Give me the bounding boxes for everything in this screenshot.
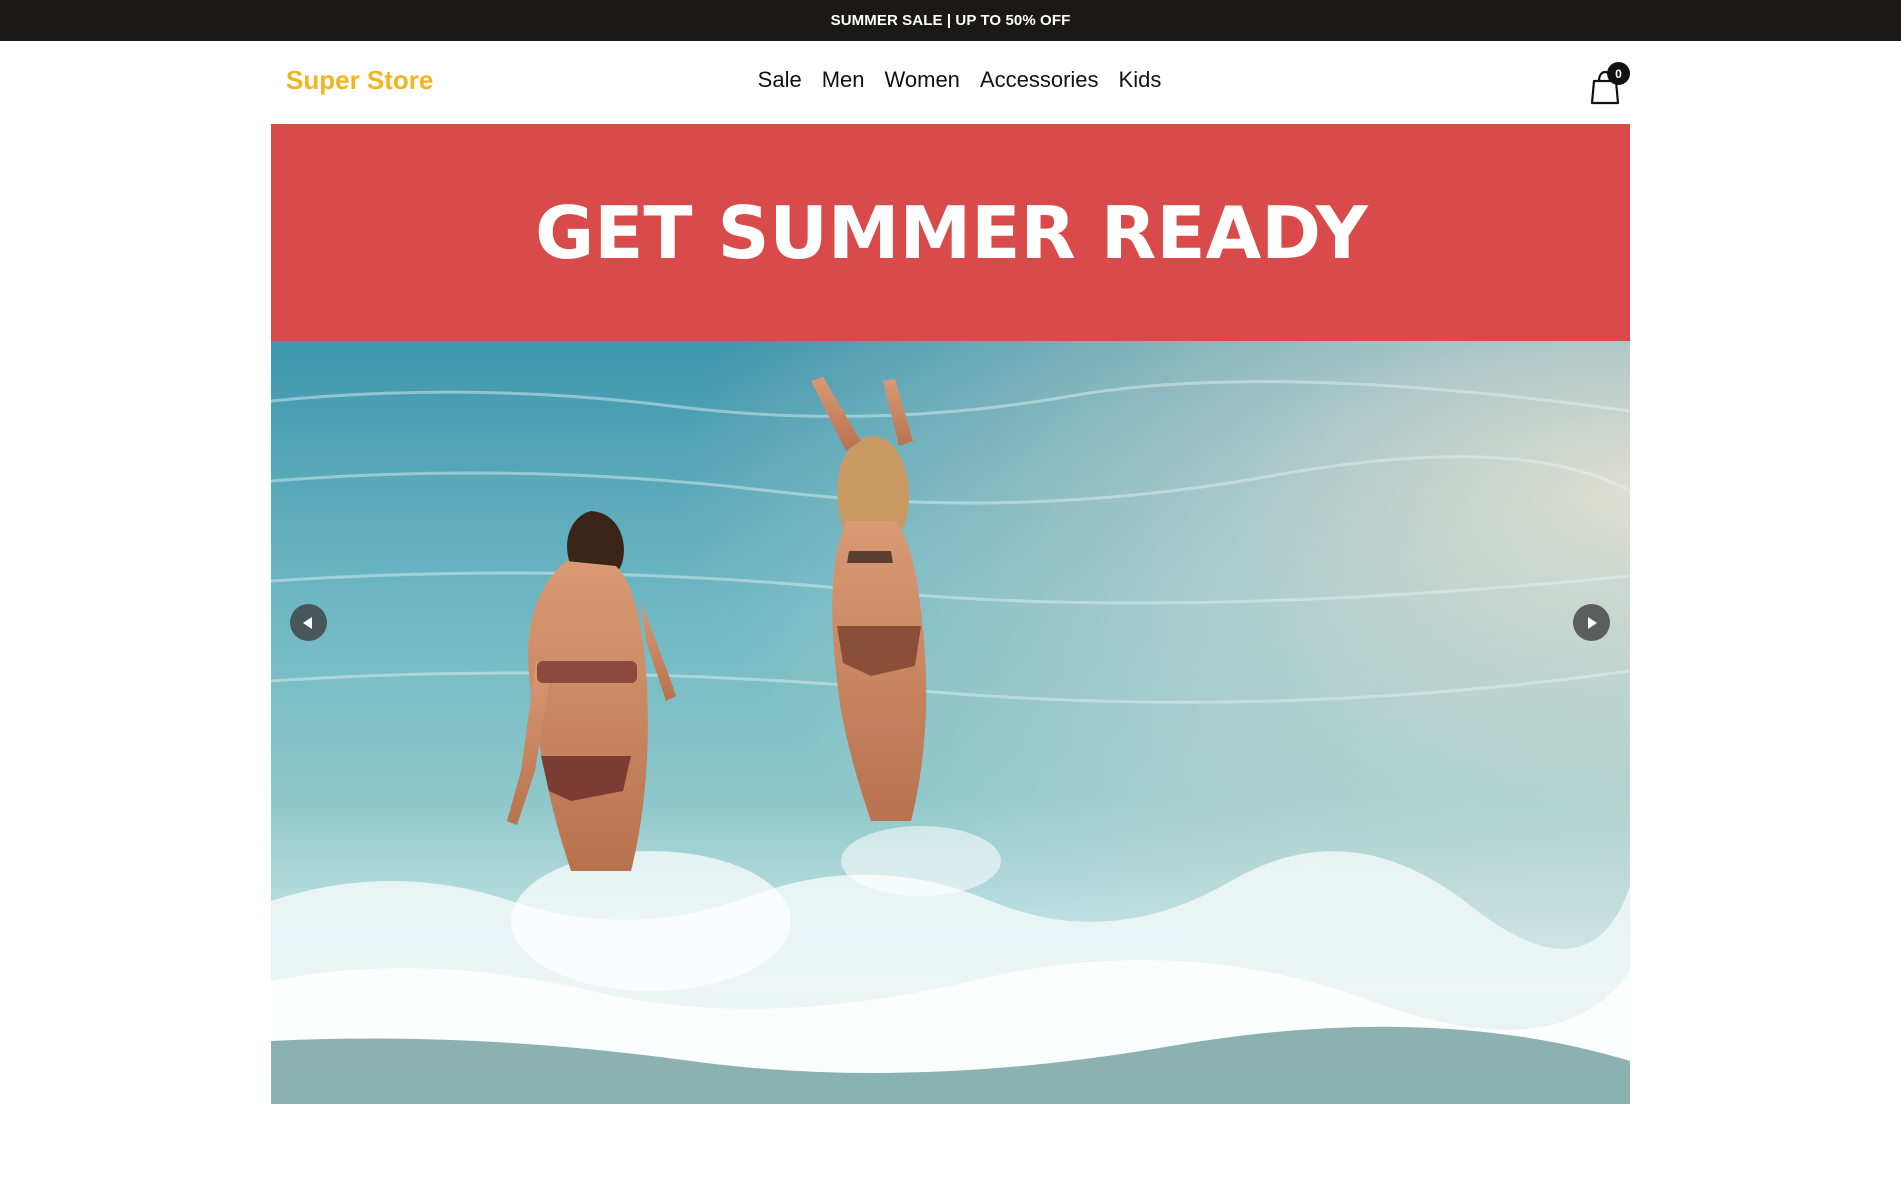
cart-count-badge: 0	[1607, 62, 1630, 85]
chevron-right-icon	[1588, 616, 1597, 629]
announcement-text: SUMMER SALE | UP TO 50% OFF	[830, 12, 1071, 29]
cart-button[interactable]: 0	[1590, 61, 1630, 105]
nav-accessories[interactable]: Accessories	[980, 67, 1099, 93]
announcement-bar: SUMMER SALE | UP TO 50% OFF	[0, 0, 1901, 41]
promo-banner: GET SUMMER READY	[271, 124, 1630, 341]
nav-kids[interactable]: Kids	[1119, 67, 1162, 93]
hero-image	[271, 341, 1630, 1104]
nav-women[interactable]: Women	[885, 67, 960, 93]
slider-prev-button[interactable]	[290, 604, 327, 641]
slider-next-button[interactable]	[1573, 604, 1610, 641]
nav-men[interactable]: Men	[822, 67, 865, 93]
site-header: Super Store Sale Men Women Accessories K…	[0, 41, 1901, 124]
promo-headline: GET SUMMER READY	[535, 190, 1368, 275]
nav-sale[interactable]: Sale	[758, 67, 802, 93]
chevron-left-icon	[303, 616, 312, 629]
